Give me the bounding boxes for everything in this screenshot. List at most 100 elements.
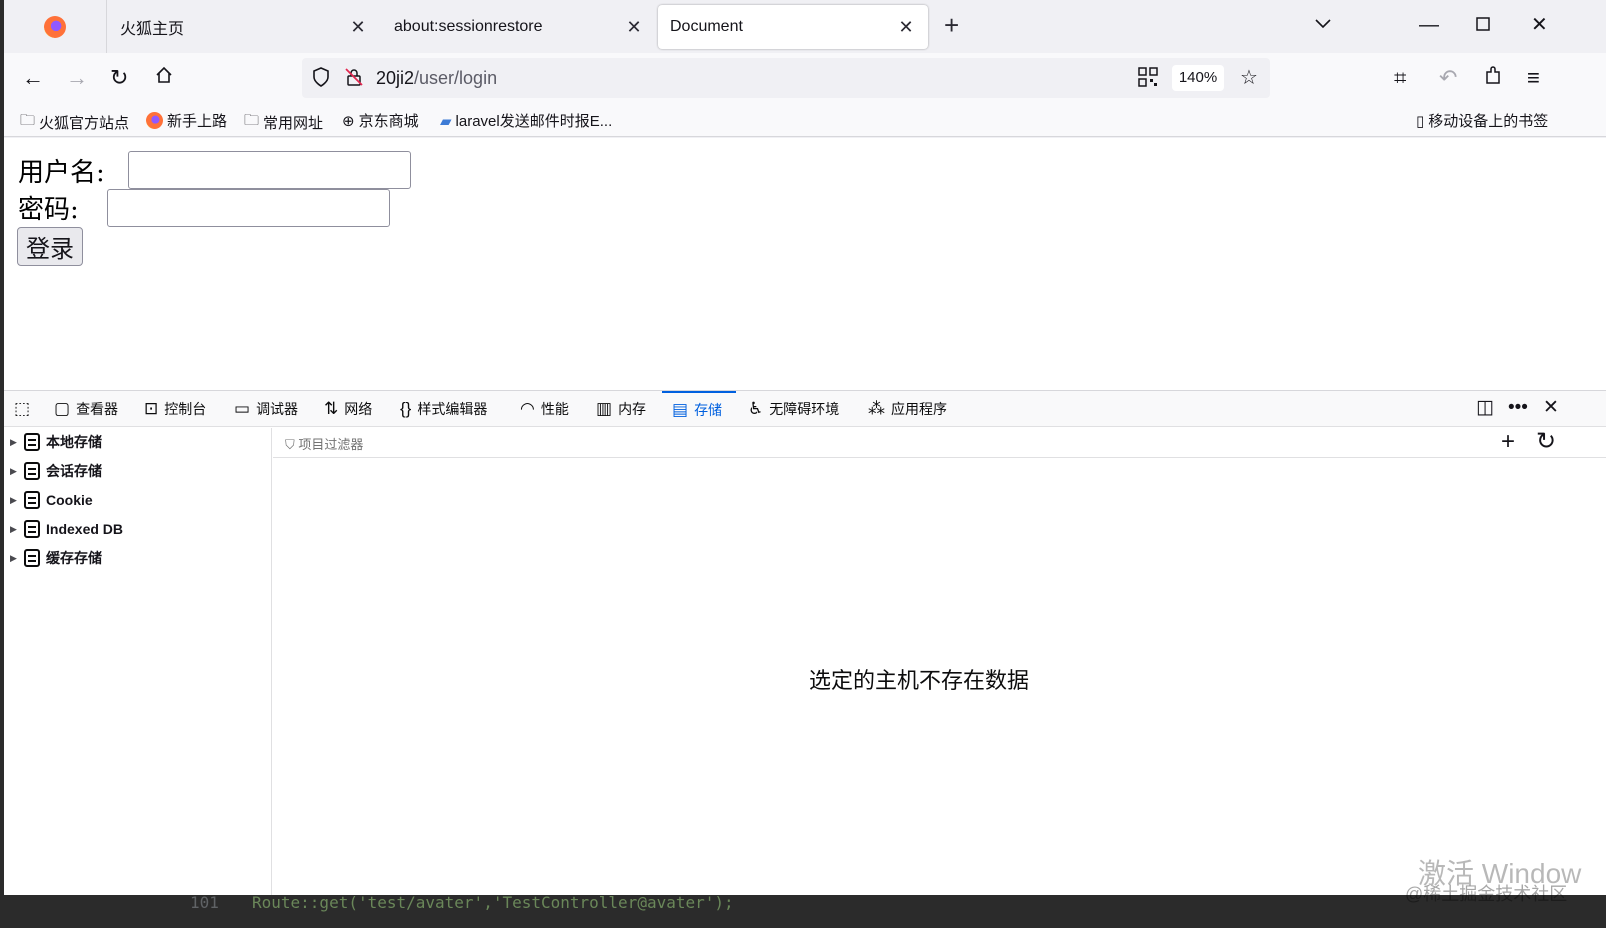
tab-debugger[interactable]: ▭ 调试器 <box>234 391 298 427</box>
firefox-icon <box>44 15 66 38</box>
qr-code-icon[interactable] <box>1138 67 1158 92</box>
back-arrow-icon[interactable]: ← <box>22 65 44 91</box>
bookmark-jd-mall[interactable]: ⊕ 京东商城 <box>342 110 419 131</box>
filter-input[interactable]: ⛉ 项目过滤器 <box>285 434 363 453</box>
devtools-toolbar: ⬚ ▢ 查看器 ⊡ 控制台 ▭ 调试器 ⇅ 网络 {} 样式编辑器 ◠ 性能 ▥ 内存 ▤ 存储… <box>4 391 1606 427</box>
reload-icon[interactable]: ↻ <box>110 65 128 91</box>
tab-memory[interactable]: ▥ 内存 <box>596 391 646 427</box>
tab-label: 无障碍环境 <box>769 401 840 417</box>
hamburger-menu-icon[interactable]: ≡ <box>1527 65 1540 91</box>
more-options-icon[interactable]: ••• <box>1508 398 1528 418</box>
devtools-close-icon[interactable]: ✕ <box>1543 398 1559 418</box>
tab-inspector[interactable]: ▢ 查看器 <box>54 391 118 427</box>
forward-arrow-icon[interactable]: → <box>66 65 88 91</box>
close-icon[interactable]: ✕ <box>624 17 644 38</box>
refresh-icon[interactable]: ↻ <box>1536 429 1556 455</box>
chevron-down-icon[interactable] <box>1314 14 1332 35</box>
close-icon[interactable]: ✕ <box>896 17 916 38</box>
filter-funnel-icon: ⛉ <box>285 437 299 452</box>
new-tab-plus-icon[interactable]: + <box>944 12 959 38</box>
url-bar[interactable]: 20ji2/user/login 140% ☆ <box>302 58 1270 98</box>
tree-item-local-storage[interactable]: ▶ 本地存储 <box>10 428 102 456</box>
tab-performance[interactable]: ◠ 性能 <box>520 391 569 427</box>
username-input[interactable] <box>128 151 411 189</box>
undo-icon[interactable]: ↶ <box>1439 65 1457 91</box>
tree-item-session-storage[interactable]: ▶ 会话存储 <box>10 457 102 485</box>
empty-state-message: 选定的主机不存在数据 <box>809 668 1030 693</box>
tab-firefox-home[interactable]: 火狐主页 ✕ <box>108 5 380 49</box>
shield-icon[interactable] <box>312 67 330 92</box>
bookmark-common-sites[interactable]: 🗀 常用网址 <box>244 110 323 135</box>
url-path: /user/login <box>414 68 498 88</box>
accessibility-icon: ♿ <box>748 399 764 418</box>
login-button[interactable]: 登录 <box>17 227 83 266</box>
storage-db-icon <box>24 520 40 538</box>
bookmarks-toolbar: 🗀 火狐官方站点 新手上路 🗀 常用网址 ⊕ 京东商城 ▰ laravel发送邮… <box>4 103 1606 137</box>
mobile-device-icon: ▯ <box>1416 112 1425 130</box>
url-text[interactable]: 20ji2/user/login <box>376 68 497 89</box>
background-editor-strip: 101 Route::get('test/avater','TestContro… <box>0 893 1606 928</box>
bookmark-label: 移动设备上的书签 <box>1428 113 1549 130</box>
console-icon: ⊡ <box>144 399 159 418</box>
tab-application[interactable]: ⁂ 应用程序 <box>868 391 947 427</box>
expand-arrow-icon[interactable]: ▶ <box>10 553 18 564</box>
zoom-level[interactable]: 140% <box>1172 65 1224 91</box>
add-item-plus-icon[interactable]: + <box>1501 429 1515 455</box>
code-line: Route::get('test/avater','TestController… <box>252 893 734 912</box>
inspector-icon: ▢ <box>54 399 71 418</box>
tab-document[interactable]: Document ✕ <box>658 5 928 49</box>
filter-placeholder: 项目过滤器 <box>298 437 364 452</box>
tab-label: 存储 <box>694 402 723 418</box>
element-picker-icon[interactable]: ⬚ <box>14 391 30 427</box>
expand-arrow-icon[interactable]: ▶ <box>10 466 18 477</box>
folder-icon: 🗀 <box>244 112 260 129</box>
dock-side-icon[interactable]: ◫ <box>1476 398 1494 418</box>
bookmark-label: laravel发送邮件时报E... <box>455 113 613 130</box>
mobile-bookmarks[interactable]: ▯ 移动设备上的书签 <box>1416 110 1548 131</box>
password-input[interactable] <box>107 189 390 227</box>
insecure-lock-icon[interactable] <box>344 67 364 92</box>
firefox-icon <box>146 112 163 129</box>
expand-arrow-icon[interactable]: ▶ <box>10 437 18 448</box>
url-host: 20ji2 <box>376 68 415 88</box>
tab-label: 样式编辑器 <box>417 401 488 417</box>
close-icon[interactable]: ✕ <box>348 17 368 38</box>
tab-label: 内存 <box>618 401 647 417</box>
extensions-icon[interactable] <box>1483 65 1503 91</box>
bookmark-firefox-official[interactable]: 🗀 火狐官方站点 <box>20 110 129 135</box>
bookmark-getting-started[interactable]: 新手上路 <box>146 110 227 131</box>
devtools-panel: ⬚ ▢ 查看器 ⊡ 控制台 ▭ 调试器 ⇅ 网络 {} 样式编辑器 ◠ 性能 ▥ 内存 ▤ 存储… <box>4 390 1606 918</box>
screenshot-crop-icon[interactable]: ⌗ <box>1394 65 1406 91</box>
tab-console[interactable]: ⊡ 控制台 <box>144 391 206 427</box>
storage-db-icon <box>24 491 40 509</box>
bookmark-label: 常用网址 <box>263 115 324 132</box>
home-icon[interactable] <box>154 65 174 91</box>
storage-sidebar: ▶ 本地存储 ▶ 会话存储 ▶ Cookie ▶ Indexed DB ▶ 缓存存储 <box>4 428 272 918</box>
globe-icon: ⊕ <box>342 112 355 130</box>
tab-storage[interactable]: ▤ 存储 <box>662 391 736 427</box>
firefox-view-button[interactable] <box>4 0 106 53</box>
tree-item-cache-storage[interactable]: ▶ 缓存存储 <box>10 544 102 572</box>
bookmark-laravel-mail[interactable]: ▰ laravel发送邮件时报E... <box>440 110 612 131</box>
tab-label: 网络 <box>344 401 373 417</box>
tab-label: 控制台 <box>164 401 207 417</box>
minimize-icon[interactable]: — <box>1419 12 1439 38</box>
bookmark-label: 火狐官方站点 <box>39 115 130 132</box>
maximize-icon[interactable] <box>1476 12 1490 38</box>
password-label: 密码: <box>18 195 79 225</box>
tab-separator <box>106 0 107 53</box>
navigation-bar: ← → ↻ 20ji2/user/login 140% ☆ ⌗ ↶ ≡ <box>4 53 1606 103</box>
expand-arrow-icon[interactable]: ▶ <box>10 524 18 535</box>
tab-sessionrestore[interactable]: about:sessionrestore ✕ <box>382 5 656 49</box>
tab-style-editor[interactable]: {} 样式编辑器 <box>400 391 487 427</box>
tab-network[interactable]: ⇅ 网络 <box>324 391 372 427</box>
window-close-icon[interactable]: ✕ <box>1531 12 1548 38</box>
expand-arrow-icon[interactable]: ▶ <box>10 495 18 506</box>
network-icon: ⇅ <box>324 399 339 418</box>
star-bookmark-icon[interactable]: ☆ <box>1240 67 1258 89</box>
tree-item-indexed-db[interactable]: ▶ Indexed DB <box>10 515 123 543</box>
tab-accessibility[interactable]: ♿ 无障碍环境 <box>748 391 839 427</box>
tree-item-cookie[interactable]: ▶ Cookie <box>10 486 93 514</box>
tree-item-label: 缓存存储 <box>46 550 102 566</box>
storage-icon: ▤ <box>672 400 689 419</box>
